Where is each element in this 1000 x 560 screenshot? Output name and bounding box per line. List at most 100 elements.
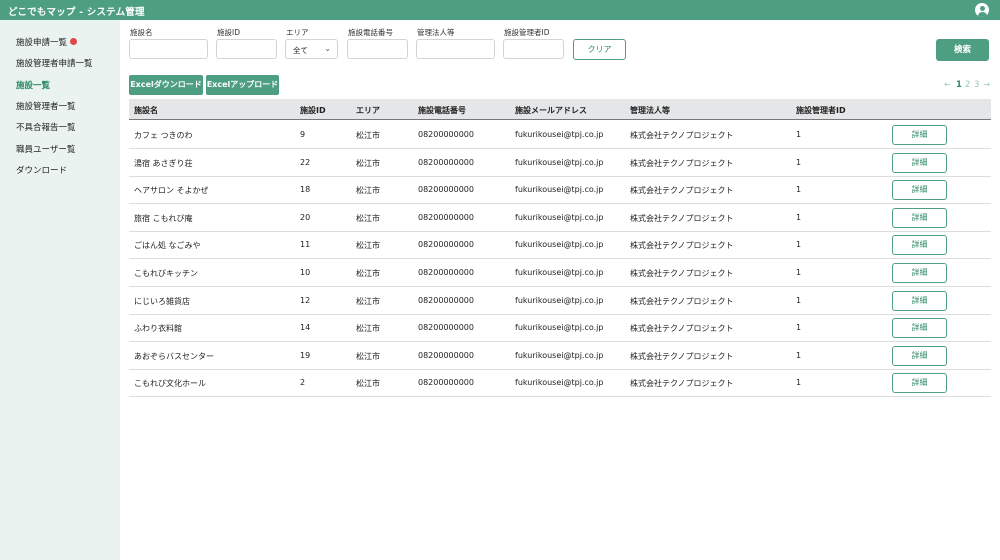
- sidebar-item-download[interactable]: ダウンロード: [16, 164, 67, 176]
- detail-button[interactable]: 詳細: [892, 152, 947, 173]
- cell-name: 湯宿 あさぎり荘: [134, 158, 193, 168]
- table-row: ごはん処 なごみや 11 松江市 08200000000 fukurikousei@tp…: [129, 231, 991, 260]
- cell-name: ヘアサロン そよかぜ: [134, 186, 209, 196]
- sidebar-item-facilities[interactable]: 施設一覧: [16, 79, 50, 91]
- cell-corp: 株式会社テクノプロジェクト: [630, 379, 734, 389]
- detail-button[interactable]: 詳細: [892, 125, 947, 145]
- column-header-area: エリア: [356, 106, 380, 115]
- facility-name-input[interactable]: [129, 39, 208, 59]
- facility-manager-id-label: 施設管理者ID: [504, 28, 550, 37]
- column-header-corp: 管理法人等: [630, 106, 670, 115]
- cell-corp: 株式会社テクノプロジェクト: [630, 241, 734, 251]
- cell-area: 松江市: [356, 131, 380, 140]
- cell-area: 松江市: [356, 213, 380, 223]
- cell-manager-id: 1: [796, 212, 802, 222]
- detail-button[interactable]: 詳細: [892, 373, 947, 394]
- pagination-page-2[interactable]: 2: [965, 80, 970, 90]
- sidebar-item-label: 施設申請一覧: [16, 38, 68, 48]
- cell-manager-id: 1: [796, 295, 802, 305]
- pagination-page-1[interactable]: 1: [956, 80, 962, 90]
- sidebar-item-bug-reports[interactable]: 不具合報告一覧: [16, 121, 76, 133]
- cell-corp: 株式会社テクノプロジェクト: [630, 213, 734, 223]
- table-row: ふわり衣料館 14 松江市 08200000000 fukurikousei@tpj.c…: [129, 314, 991, 343]
- table-row: こもれびキッチン 10 松江市 08200000000 fukurikousei@tpj…: [129, 259, 991, 287]
- app-header: どこでもマップ - システム管理: [0, 0, 1000, 20]
- detail-button[interactable]: 詳細: [892, 180, 947, 201]
- cell-phone: 08200000000: [418, 268, 474, 277]
- search-button[interactable]: 検索: [936, 39, 989, 61]
- sidebar-item-manager-applications[interactable]: 施設管理者申請一覧: [16, 57, 93, 69]
- cell-corp: 株式会社テクノプロジェクト: [630, 269, 734, 278]
- cell-area: 松江市: [356, 351, 380, 361]
- cell-id: 20: [300, 212, 311, 222]
- chevron-down-icon: ⌄: [324, 44, 331, 53]
- facility-id-input[interactable]: [216, 39, 277, 59]
- cell-area: 松江市: [356, 158, 380, 168]
- cell-phone: 08200000000: [418, 240, 474, 250]
- facility-name-label: 施設名: [130, 28, 153, 37]
- sidebar-item-facility-applications[interactable]: 施設申請一覧: [16, 36, 78, 48]
- cell-email: fukurikousei@tpj.co.jp: [515, 212, 604, 222]
- cell-id: 2: [300, 378, 306, 388]
- cell-email: fukurikousei@tpj.co.jp: [515, 185, 604, 195]
- facility-phone-input[interactable]: [347, 39, 408, 59]
- cell-id: 22: [300, 157, 311, 167]
- cell-manager-id: 1: [796, 130, 802, 139]
- table-row: こもれび文化ホール 2 松江市 08200000000 fukurikousei@tpj…: [129, 369, 991, 398]
- cell-email: fukurikousei@tpj.co.jp: [515, 157, 604, 167]
- cell-manager-id: 1: [796, 185, 802, 195]
- sidebar-item-label: 職員ユーザー覧: [16, 145, 76, 155]
- sidebar-item-label: 不具合報告一覧: [16, 123, 76, 133]
- cell-id: 18: [300, 185, 311, 195]
- area-select-value: 全て: [293, 46, 308, 55]
- cell-email: fukurikousei@tpj.co.jp: [515, 378, 604, 388]
- excel-download-button[interactable]: Excelダウンロード: [129, 75, 203, 95]
- sidebar-item-label: ダウンロード: [16, 166, 68, 176]
- cell-name: 旅宿 こもれび庵: [134, 213, 193, 223]
- cell-name: あおぞらバスセンター: [134, 351, 214, 361]
- column-header-manager-id: 施設管理者ID: [796, 106, 846, 115]
- area-select[interactable]: 全て ⌄: [285, 39, 338, 59]
- detail-button[interactable]: 詳細: [892, 235, 947, 256]
- sidebar-item-label: 施設管理者一覧: [16, 102, 76, 112]
- cell-phone: 08200000000: [418, 185, 474, 195]
- cell-manager-id: 1: [796, 268, 802, 277]
- pagination-prev-arrow-icon[interactable]: ←: [944, 80, 951, 90]
- cell-email: fukurikousei@tpj.co.jp: [515, 268, 604, 277]
- cell-corp: 株式会社テクノプロジェクト: [630, 186, 734, 196]
- pagination-next-arrow-icon[interactable]: →: [983, 80, 990, 90]
- cell-corp: 株式会社テクノプロジェクト: [630, 158, 734, 168]
- cell-area: 松江市: [356, 269, 380, 278]
- sidebar-item-label: 施設管理者申請一覧: [16, 59, 93, 69]
- management-corp-input[interactable]: [416, 39, 495, 59]
- clear-button[interactable]: クリア: [573, 39, 626, 60]
- table-row: にじいろ雑貨店 12 松江市 08200000000 fukurikousei@tpj.…: [129, 287, 991, 315]
- sidebar-item-managers[interactable]: 施設管理者一覧: [16, 100, 76, 112]
- cell-phone: 08200000000: [418, 130, 474, 139]
- management-corp-label: 管理法人等: [417, 28, 455, 37]
- column-header-id: 施設ID: [300, 106, 326, 115]
- cell-email: fukurikousei@tpj.co.jp: [515, 130, 604, 139]
- user-avatar-icon[interactable]: [975, 3, 989, 17]
- cell-name: カフェ つきのわ: [134, 131, 193, 140]
- detail-button[interactable]: 詳細: [892, 290, 947, 311]
- cell-area: 松江市: [356, 379, 380, 389]
- app-title: どこでもマップ - システム管理: [8, 7, 145, 18]
- detail-button[interactable]: 詳細: [892, 318, 947, 339]
- facility-manager-id-input[interactable]: [503, 39, 564, 59]
- pagination-page-3[interactable]: 3: [974, 80, 979, 90]
- cell-manager-id: 1: [796, 157, 802, 167]
- detail-button[interactable]: 詳細: [892, 207, 947, 228]
- detail-button[interactable]: 詳細: [892, 345, 947, 366]
- cell-area: 松江市: [356, 241, 380, 251]
- cell-phone: 08200000000: [418, 350, 474, 360]
- sidebar-item-staff-users[interactable]: 職員ユーザー覧: [16, 143, 75, 155]
- excel-upload-button[interactable]: Excelアップロード: [206, 75, 279, 95]
- table-row: 旅宿 こもれび庵 20 松江市 08200000000 fukurikousei@tpj…: [129, 204, 991, 232]
- detail-button[interactable]: 詳細: [892, 263, 947, 283]
- cell-name: こもれびキッチン: [134, 269, 198, 278]
- cell-phone: 08200000000: [418, 212, 474, 222]
- cell-email: fukurikousei@tpj.co.jp: [515, 350, 604, 360]
- cell-id: 12: [300, 295, 311, 305]
- cell-phone: 08200000000: [418, 323, 474, 333]
